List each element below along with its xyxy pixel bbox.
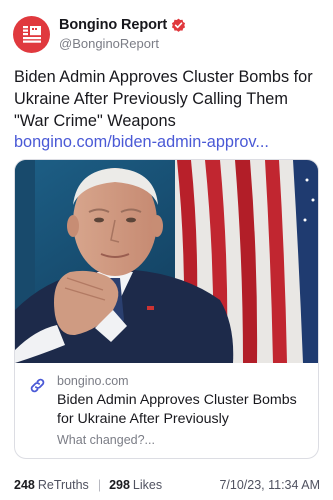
card-title: Biden Admin Approves Cluster Bombs for U…: [57, 392, 297, 427]
likes-count: 298: [109, 478, 130, 492]
post-header: Bongino Report @BonginoReport: [13, 14, 313, 54]
card-domain: bongino.com: [57, 374, 129, 388]
link-preview-image[interactable]: [15, 160, 318, 363]
link-preview-card[interactable]: bongino.com Biden Admin Approves Cluster…: [14, 159, 319, 459]
retruths-label: ReTruths: [37, 478, 89, 492]
post-timestamp[interactable]: 7/10/23, 11:34 AM: [219, 478, 320, 492]
avatar[interactable]: [13, 15, 50, 53]
post-stats: 248 ReTruths | 298 Likes 7/10/23, 11:34 AM: [14, 478, 320, 492]
retruths-count: 248: [14, 478, 35, 492]
bongino-report-logo-icon: [22, 26, 41, 43]
author-display-name[interactable]: Bongino Report: [59, 17, 167, 33]
author-handle[interactable]: @BonginoReport: [59, 36, 186, 51]
post-link[interactable]: bongino.com/biden-admin-approv...: [14, 131, 320, 153]
stats-divider: |: [97, 478, 102, 492]
link-icon: [30, 378, 45, 393]
likes-label: Likes: [132, 478, 163, 492]
verified-badge-icon: [172, 18, 186, 32]
likes-stat[interactable]: 298 Likes: [109, 478, 162, 492]
retruths-stat[interactable]: 248 ReTruths: [14, 478, 89, 492]
card-description: What changed?...: [57, 433, 155, 447]
post-text: Biden Admin Approves Cluster Bombs for U…: [14, 68, 313, 130]
